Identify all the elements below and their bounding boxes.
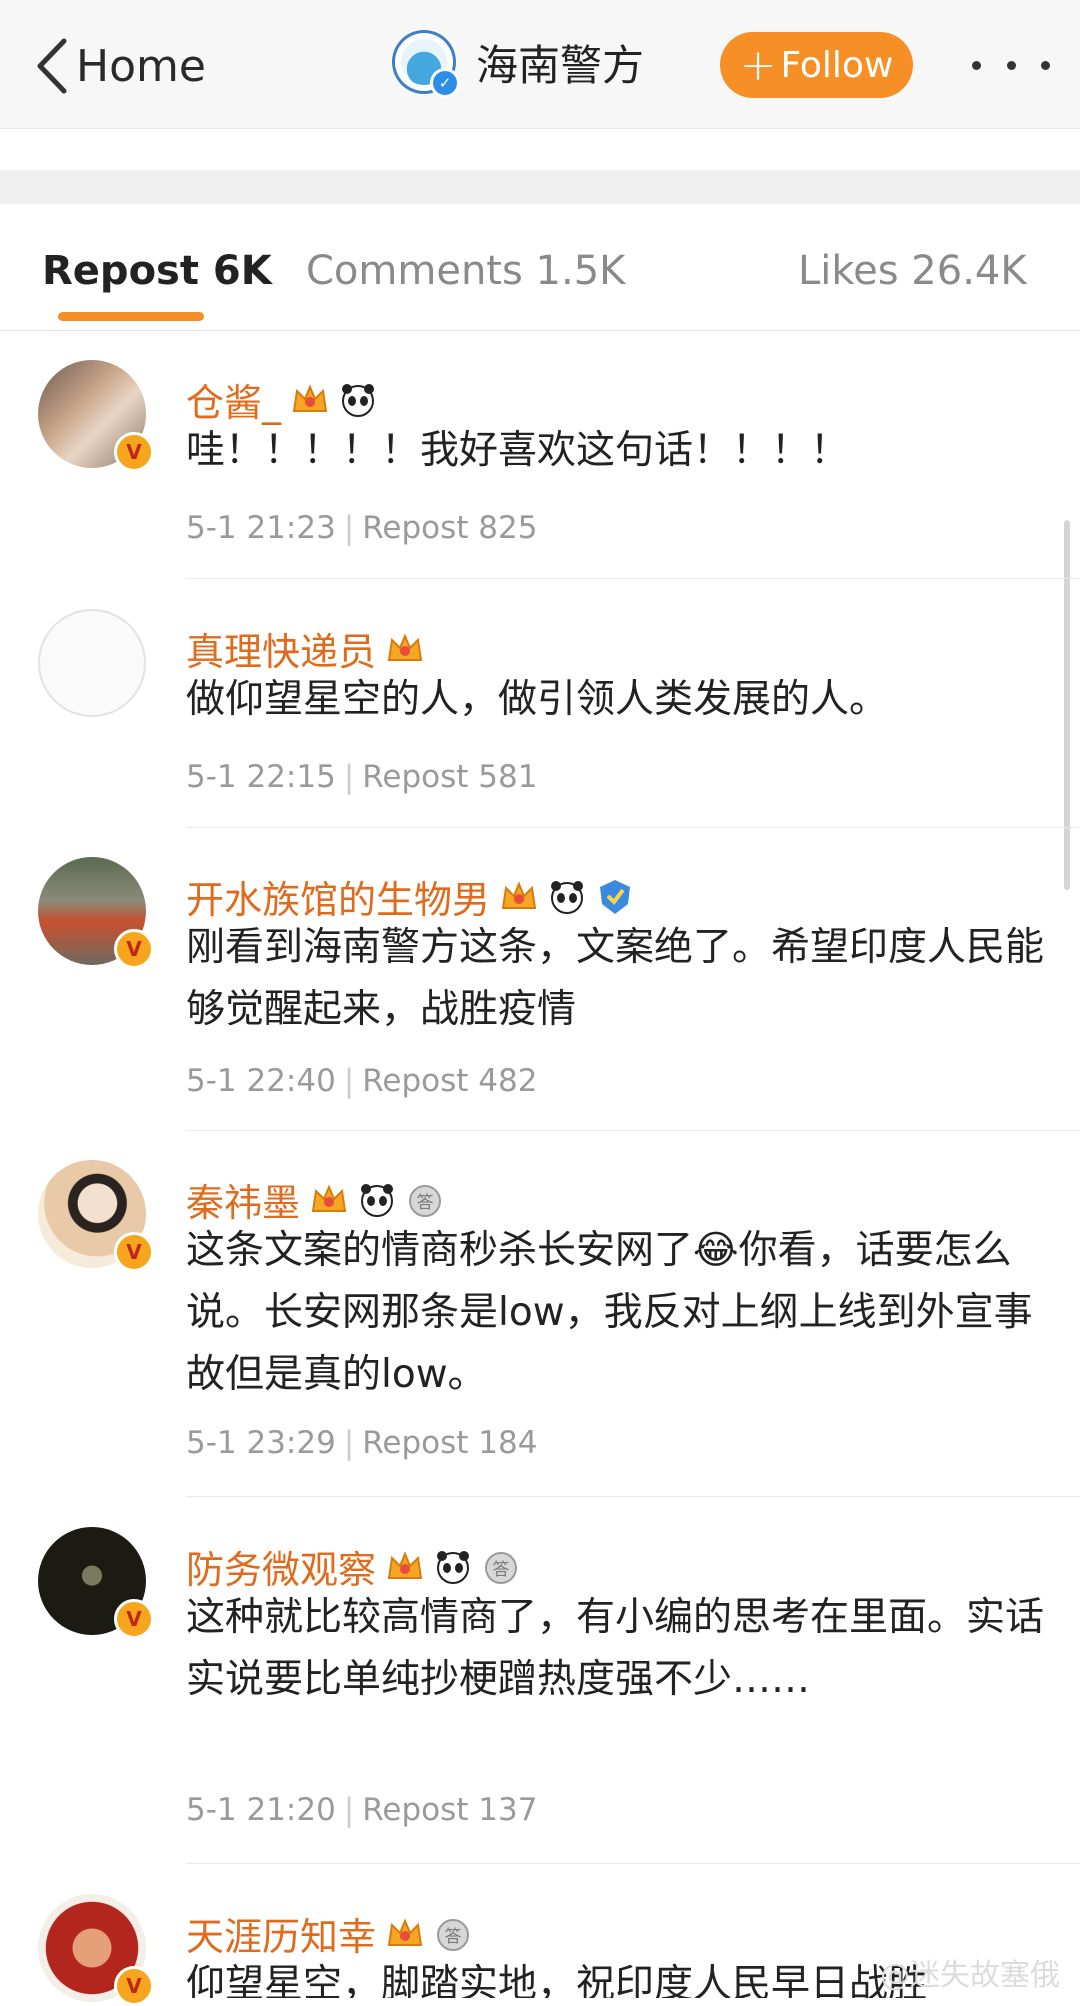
verified-icon: V bbox=[114, 1599, 154, 1639]
panda-badge-icon bbox=[548, 878, 586, 916]
repost-meta: 5-1 23:29 | Repost 184 bbox=[186, 1425, 538, 1461]
repost-text: 这种就比较高情商了，有小编的思考在里面。实话实说要比单纯抄梗蹭热度强不少…… bbox=[186, 1595, 1045, 1702]
tab-bar: Repost 6K Comments 1.5K Likes 26.4K bbox=[0, 204, 1080, 331]
repost-count[interactable]: Repost 184 bbox=[362, 1425, 537, 1461]
svg-text:答: 答 bbox=[417, 1193, 434, 1213]
repost-meta: 5-1 22:15 | Repost 581 bbox=[186, 759, 538, 795]
account-logo[interactable]: ✓ bbox=[392, 30, 460, 98]
account-name: 海南警方 bbox=[476, 40, 645, 90]
scrollbar[interactable] bbox=[1064, 520, 1070, 890]
username[interactable]: 秦祎墨 答 bbox=[186, 1172, 444, 1227]
repost-text: 这条文案的情商秒杀长安网了😂你看，话要怎么说。长安网那条是low，我反对上纲上线… bbox=[186, 1228, 1033, 1397]
answer-medal-icon: 答 bbox=[482, 1548, 520, 1586]
username[interactable]: 天涯历知幸 答 bbox=[186, 1906, 472, 1961]
chevron-left-icon bbox=[37, 38, 67, 94]
repost-meta: 5-1 21:23 | Repost 825 bbox=[186, 510, 538, 546]
crown-badge-icon bbox=[310, 1181, 348, 1219]
crown-badge-icon bbox=[500, 878, 538, 916]
avatar[interactable]: V bbox=[38, 857, 154, 969]
follow-label: Follow bbox=[780, 44, 894, 86]
verified-icon: ✓ bbox=[430, 68, 460, 98]
verified-icon: V bbox=[114, 1966, 154, 2006]
repost-count[interactable]: Repost 137 bbox=[362, 1792, 537, 1828]
watermark: @迷失故塞俄 bbox=[880, 1958, 1060, 1993]
crown-badge-icon bbox=[386, 1915, 424, 1953]
answer-medal-icon: 答 bbox=[406, 1181, 444, 1219]
username[interactable]: 防务微观察 答 bbox=[186, 1539, 520, 1594]
tab-comments[interactable]: Comments 1.5K bbox=[306, 248, 625, 294]
active-tab-indicator bbox=[58, 312, 204, 321]
more-options-icon[interactable] bbox=[972, 50, 1050, 80]
repost-text: 哇！！！！！我好喜欢这句话！！！！ bbox=[186, 428, 850, 473]
divider bbox=[186, 1496, 1080, 1497]
divider bbox=[186, 827, 1080, 828]
repost-count[interactable]: Repost 581 bbox=[362, 759, 537, 795]
svg-text:答: 答 bbox=[493, 1560, 510, 1580]
repost-time: 5-1 22:15 bbox=[186, 759, 336, 795]
verified-icon: V bbox=[114, 1232, 154, 1272]
verified-icon: V bbox=[114, 432, 154, 472]
username[interactable]: 真理快递员 bbox=[186, 621, 424, 676]
avatar[interactable]: V bbox=[38, 360, 154, 472]
back-label: Home bbox=[76, 40, 206, 92]
repost-text: 刚看到海南警方这条，文案绝了。希望印度人民能够觉醒起来，战胜疫情 bbox=[186, 925, 1045, 1032]
panda-badge-icon bbox=[434, 1548, 472, 1586]
top-nav-bar: Home ✓ 海南警方 + Follow bbox=[0, 0, 1080, 129]
repost-meta: 5-1 22:40 | Repost 482 bbox=[186, 1063, 538, 1099]
avatar[interactable]: V bbox=[38, 1160, 154, 1272]
repost-time: 5-1 21:20 bbox=[186, 1792, 336, 1828]
avatar[interactable] bbox=[38, 609, 146, 717]
follow-button[interactable]: + Follow bbox=[720, 32, 913, 98]
repost-time: 5-1 23:29 bbox=[186, 1425, 336, 1461]
divider bbox=[186, 578, 1080, 579]
username[interactable]: 开水族馆的生物男 bbox=[186, 869, 634, 924]
tab-repost[interactable]: Repost 6K bbox=[42, 248, 272, 294]
divider bbox=[186, 1130, 1080, 1131]
back-button[interactable]: Home bbox=[34, 34, 206, 98]
repost-time: 5-1 22:40 bbox=[186, 1063, 336, 1099]
avatar[interactable]: V bbox=[38, 1527, 154, 1639]
shield-badge-icon bbox=[596, 878, 634, 916]
account-header[interactable]: ✓ 海南警方 bbox=[392, 30, 645, 98]
crown-badge-icon bbox=[386, 1548, 424, 1586]
divider bbox=[186, 1863, 1080, 1864]
verified-icon: V bbox=[114, 929, 154, 969]
panda-badge-icon bbox=[339, 381, 377, 419]
answer-medal-icon: 答 bbox=[434, 1915, 472, 1953]
repost-count[interactable]: Repost 482 bbox=[362, 1063, 537, 1099]
crown-badge-icon bbox=[386, 630, 424, 668]
panda-badge-icon bbox=[358, 1181, 396, 1219]
repost-time: 5-1 21:23 bbox=[186, 510, 336, 546]
plus-icon: + bbox=[739, 39, 777, 91]
svg-text:答: 答 bbox=[445, 1927, 462, 1947]
tab-likes[interactable]: Likes 26.4K bbox=[798, 248, 1027, 294]
repost-meta: 5-1 21:20 | Repost 137 bbox=[186, 1792, 538, 1828]
username[interactable]: 仓酱_ bbox=[186, 372, 377, 427]
crown-badge-icon bbox=[291, 381, 329, 419]
repost-text: 做仰望星空的人，做引领人类发展的人。 bbox=[186, 677, 889, 722]
section-separator bbox=[0, 170, 1080, 204]
avatar[interactable]: V bbox=[38, 1894, 154, 2006]
repost-count[interactable]: Repost 825 bbox=[362, 510, 537, 546]
